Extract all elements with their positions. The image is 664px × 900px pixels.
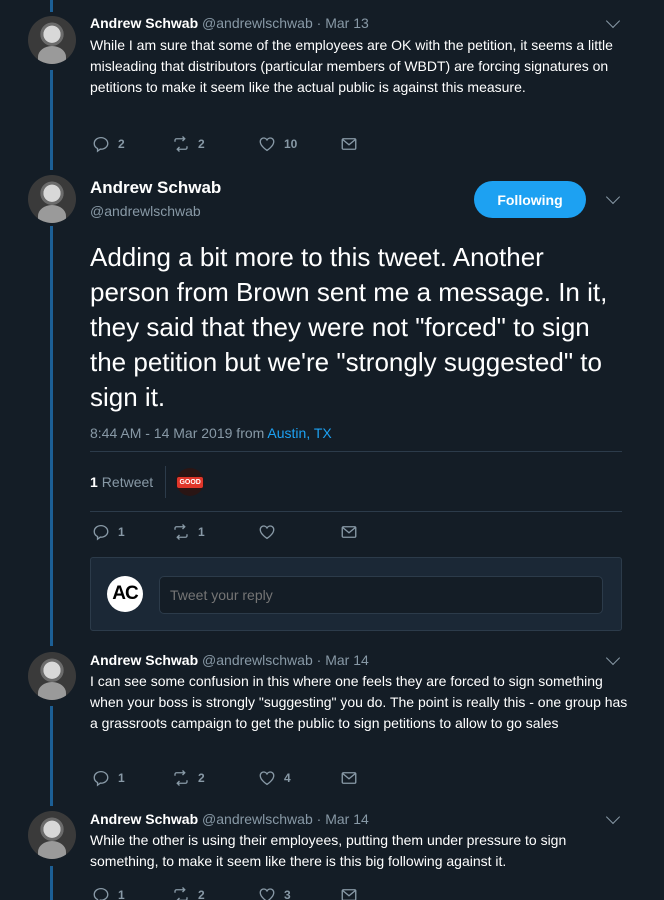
author-name[interactable]: Andrew Schwab xyxy=(90,811,198,827)
retweet-button[interactable]: 1 xyxy=(172,523,258,541)
heart-icon xyxy=(258,769,276,787)
retweet-button[interactable]: 2 xyxy=(172,135,258,153)
reply-button[interactable]: 1 xyxy=(92,769,172,787)
tweet-thread: Andrew Schwab @andrewlschwab · Mar 13 Wh… xyxy=(0,0,664,900)
like-count: 10 xyxy=(284,137,298,151)
reply-count: 1 xyxy=(118,888,125,900)
mail-icon xyxy=(340,769,358,787)
tweet-date[interactable]: Mar 14 xyxy=(325,652,369,668)
separator-dot: · xyxy=(316,811,322,827)
avatar[interactable] xyxy=(28,652,76,700)
reply-button[interactable]: 2 xyxy=(92,135,172,153)
following-button[interactable]: Following xyxy=(474,181,586,218)
thread-line-2 xyxy=(50,226,53,646)
retweet-button[interactable]: 2 xyxy=(172,886,258,900)
retweeter-badge: GOOD xyxy=(177,476,203,488)
heart-icon xyxy=(258,135,276,153)
like-button[interactable]: 4 xyxy=(258,769,340,787)
mail-icon xyxy=(340,886,358,900)
like-count: 3 xyxy=(284,888,291,900)
tweet-location[interactable]: Austin, TX xyxy=(267,425,331,441)
thread-line-3 xyxy=(50,706,53,806)
dm-button[interactable] xyxy=(340,769,358,787)
divider xyxy=(90,451,622,452)
tweet-actions: 1 2 4 xyxy=(92,769,358,787)
tweet-date[interactable]: Mar 13 xyxy=(325,15,369,31)
avatar[interactable] xyxy=(28,811,76,859)
tweet-text: While I am sure that some of the employe… xyxy=(90,37,613,95)
author-handle[interactable]: @andrewlschwab xyxy=(202,15,313,31)
divider xyxy=(165,466,167,498)
tweet-header: Andrew Schwab @andrewlschwab · Mar 14 xyxy=(90,810,369,828)
dm-button[interactable] xyxy=(340,135,358,153)
reply-count: 1 xyxy=(118,525,125,539)
reply-icon xyxy=(92,769,110,787)
heart-icon xyxy=(258,886,276,900)
reply-button[interactable]: 1 xyxy=(92,523,172,541)
like-button[interactable] xyxy=(258,523,340,541)
like-button[interactable]: 10 xyxy=(258,135,340,153)
avatar[interactable] xyxy=(28,175,76,223)
tweet-time[interactable]: 8:44 AM - 14 Mar 2019 from xyxy=(90,425,267,441)
thread-line-top xyxy=(50,0,53,12)
retweet-count: 2 xyxy=(198,771,205,785)
author-name[interactable]: Andrew Schwab xyxy=(90,652,198,668)
tweet-actions: 1 2 3 xyxy=(92,886,358,900)
thread-line-4 xyxy=(50,866,53,900)
dm-button[interactable] xyxy=(340,523,358,541)
author-name[interactable]: Andrew Schwab xyxy=(90,15,198,31)
retweet-label: Retweet xyxy=(101,474,154,490)
chevron-down-icon[interactable] xyxy=(605,189,621,205)
thread-line-1 xyxy=(50,70,53,170)
dm-button[interactable] xyxy=(340,886,358,900)
retweet-icon xyxy=(172,135,190,153)
avatar[interactable] xyxy=(28,16,76,64)
retweeter-avatar[interactable]: GOOD xyxy=(176,468,205,496)
mail-icon xyxy=(340,135,358,153)
tweet-text: I can see some confusion in this where o… xyxy=(90,673,628,731)
tweet-actions: 2 2 10 xyxy=(92,135,358,153)
reply-button[interactable]: 1 xyxy=(92,886,172,900)
tweet-timestamp: 8:44 AM - 14 Mar 2019 from Austin, TX xyxy=(90,425,332,441)
reply-count: 1 xyxy=(118,771,125,785)
tweet-text: Adding a bit more to this tweet. Another… xyxy=(90,242,608,412)
separator-dot: · xyxy=(316,15,322,31)
heart-icon xyxy=(258,523,276,541)
retweet-icon xyxy=(172,523,190,541)
tweet-actions: 1 1 xyxy=(92,523,358,541)
author-name[interactable]: Andrew Schwab xyxy=(90,178,221,198)
user-avatar[interactable]: AC xyxy=(107,576,143,612)
reply-composer: AC xyxy=(90,557,622,631)
tweet-header: Andrew Schwab @andrewlschwab · Mar 13 xyxy=(90,14,369,32)
reply-icon xyxy=(92,523,110,541)
retweet-total: 1 xyxy=(90,474,98,490)
chevron-down-icon[interactable] xyxy=(605,13,621,29)
tweet-date[interactable]: Mar 14 xyxy=(325,811,369,827)
retweet-count: 2 xyxy=(198,137,205,151)
author-handle[interactable]: @andrewlschwab xyxy=(202,652,313,668)
retweet-button[interactable]: 2 xyxy=(172,769,258,787)
reply-icon xyxy=(92,886,110,900)
separator-dot: · xyxy=(316,652,322,668)
divider xyxy=(90,511,622,512)
chevron-down-icon[interactable] xyxy=(605,650,621,666)
author-handle[interactable]: @andrewlschwab xyxy=(90,203,201,219)
retweet-count: 2 xyxy=(198,888,205,900)
retweet-icon xyxy=(172,886,190,900)
reply-input[interactable] xyxy=(159,576,603,614)
like-button[interactable]: 3 xyxy=(258,886,340,900)
like-count: 4 xyxy=(284,771,291,785)
author-handle[interactable]: @andrewlschwab xyxy=(202,811,313,827)
retweet-count: 1 xyxy=(198,525,205,539)
tweet-text: While the other is using their employees… xyxy=(90,832,567,869)
mail-icon xyxy=(340,523,358,541)
chevron-down-icon[interactable] xyxy=(605,809,621,825)
reply-count: 2 xyxy=(118,137,125,151)
retweet-icon xyxy=(172,769,190,787)
tweet-header: Andrew Schwab @andrewlschwab · Mar 14 xyxy=(90,651,369,669)
retweet-stats[interactable]: 1 Retweet GOOD xyxy=(90,466,205,498)
reply-icon xyxy=(92,135,110,153)
